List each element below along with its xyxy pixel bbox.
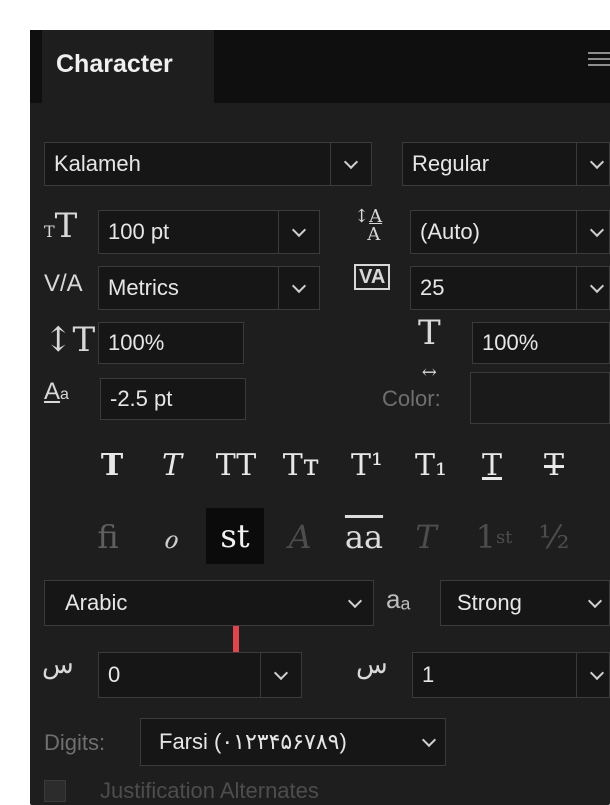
chevron-down-icon [343, 154, 359, 170]
chevron-down-icon [291, 222, 307, 238]
digits-value: Farsi (۰۱۲۳۴۵۶۷۸۹) [159, 729, 347, 754]
chevron-down-icon [589, 154, 605, 170]
chevron-down-icon [273, 665, 289, 681]
vertical-scale-value: 100% [108, 330, 165, 355]
baseline-shift-icon: Aa [44, 378, 69, 405]
superscript-button[interactable]: T¹ [344, 440, 390, 490]
tracking-dropdown[interactable] [576, 267, 610, 309]
kashida-icon: aₐ [386, 584, 411, 614]
chevron-down-icon [291, 278, 307, 294]
subscript-button[interactable]: T₁ [408, 440, 454, 490]
color-swatch[interactable] [470, 372, 610, 424]
vertical-diacritic-dropdown[interactable] [576, 653, 610, 697]
faux-bold-button[interactable]: T [92, 440, 132, 490]
kashida-value: Strong [457, 590, 522, 615]
leading-icon: ↕A A [354, 206, 383, 245]
font-size-dropdown[interactable] [278, 211, 319, 253]
faux-italic-button[interactable]: T [152, 440, 192, 490]
titling-alternates-button[interactable]: T [406, 510, 446, 564]
digits-select[interactable]: Farsi (۰۱۲۳۴۵۶۷۸۹) [140, 718, 446, 766]
kerning-value: Metrics [108, 275, 179, 300]
chevron-down-icon[interactable] [421, 732, 437, 748]
underline-button[interactable]: T [472, 440, 512, 490]
vertical-scale-icon: ↕T [44, 320, 96, 360]
ordinals-button[interactable]: 1st [468, 510, 520, 564]
justification-alternates-label: Justification Alternates [100, 778, 319, 803]
font-style-select[interactable]: Regular [402, 142, 610, 186]
horizontal-diacritic-value: 0 [108, 662, 121, 687]
font-family-dropdown[interactable] [330, 143, 371, 185]
vertical-diacritic-value: 1 [422, 662, 435, 687]
horizontal-diacritic-icon: س [42, 650, 74, 680]
vertical-diacritic-field[interactable]: 1 [412, 652, 610, 698]
horizontal-scale-icon: T ↔ [418, 313, 441, 383]
language-select[interactable]: Arabic [44, 580, 374, 626]
font-size-value: 100 pt [108, 219, 170, 244]
leading-dropdown[interactable] [576, 211, 610, 253]
language-value: Arabic [65, 590, 128, 615]
leading-field[interactable]: (Auto) [410, 210, 610, 254]
chevron-down-icon [589, 665, 605, 681]
chevron-down-icon[interactable] [347, 593, 363, 609]
stylistic-alternates-button[interactable]: aa [338, 510, 390, 564]
kerning-field[interactable]: Metrics [98, 266, 320, 310]
fractions-button[interactable]: ½ [532, 510, 576, 564]
baseline-shift-field[interactable]: -2.5 pt [100, 378, 246, 420]
swash-button[interactable]: A [280, 510, 320, 564]
font-size-icon: TT [44, 206, 78, 246]
tab-character[interactable]: Character [42, 30, 214, 103]
baseline-shift-value: -2.5 pt [110, 386, 173, 411]
chevron-down-icon [589, 278, 605, 294]
font-size-field[interactable]: 100 pt [98, 210, 320, 254]
all-caps-button[interactable]: TT [208, 440, 264, 490]
font-family-select[interactable]: Kalameh [44, 142, 372, 186]
color-label: Color: [382, 386, 441, 411]
tracking-value: 25 [420, 275, 445, 300]
kerning-icon: V/A [44, 270, 83, 297]
discretionary-ligatures-button[interactable]: st [206, 508, 264, 564]
panel-title: Character [56, 50, 173, 78]
strikethrough-button[interactable]: T [534, 440, 574, 490]
horizontal-scale-field[interactable]: 100% [472, 322, 610, 364]
chevron-down-icon[interactable] [587, 593, 603, 609]
justification-alternates-checkbox[interactable] [44, 780, 66, 802]
leading-value: (Auto) [420, 219, 480, 244]
horizontal-scale-value: 100% [482, 330, 539, 355]
standard-ligatures-button[interactable]: ﬁ [88, 510, 128, 564]
vertical-diacritic-icon: س [356, 650, 388, 680]
horizontal-diacritic-field[interactable]: 0 [98, 652, 302, 698]
kerning-dropdown[interactable] [278, 267, 319, 309]
horizontal-diacritic-dropdown[interactable] [260, 653, 301, 697]
vertical-scale-field[interactable]: 100% [98, 322, 244, 364]
tracking-field[interactable]: 25 [410, 266, 610, 310]
small-caps-button[interactable]: Tт [276, 440, 326, 490]
kashida-select[interactable]: Strong [440, 580, 610, 626]
font-style-value: Regular [412, 151, 490, 176]
font-style-dropdown[interactable] [576, 143, 610, 185]
tracking-icon: VA [354, 264, 391, 290]
digits-label: Digits: [44, 730, 106, 755]
font-family-value: Kalameh [54, 151, 141, 176]
chevron-down-icon [589, 222, 605, 238]
panel-menu-icon[interactable] [588, 52, 610, 72]
contextual-alternates-button[interactable]: ℴ [150, 510, 190, 564]
